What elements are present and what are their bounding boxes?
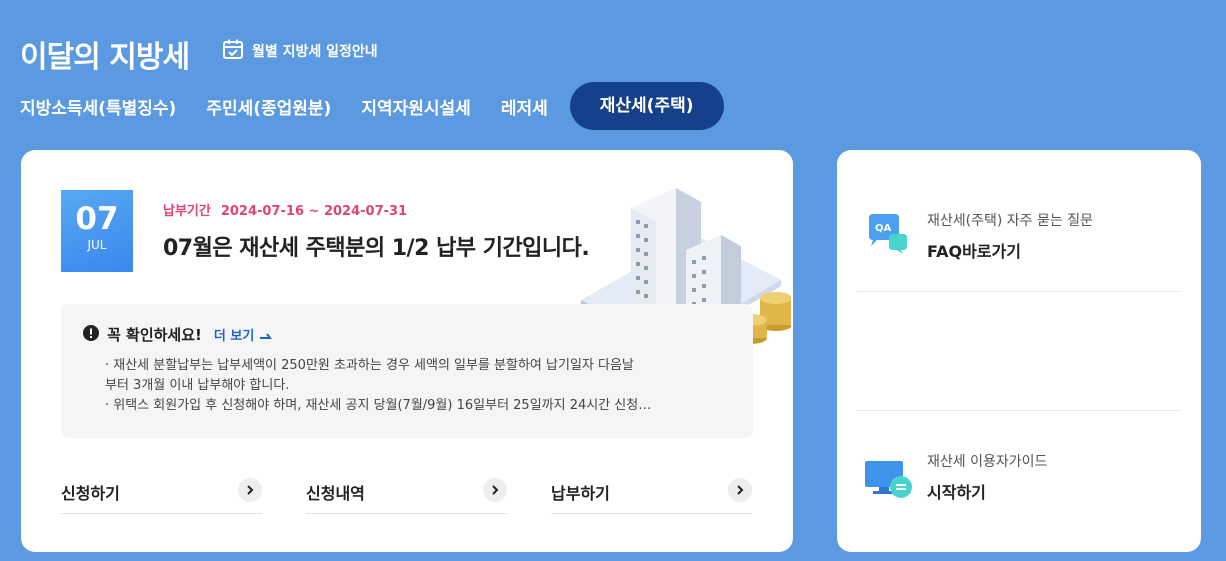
headline: 07월은 재산세 주택분의 1/2 납부 기간입니다.: [163, 236, 590, 261]
chevron-right-icon: [728, 478, 752, 502]
schedule-link[interactable]: 월별 지방세 일정안내: [222, 38, 378, 64]
notice-line: 부터 3개월 이내 납부해야 합니다.: [105, 378, 290, 393]
notice-line: · 재산세 분할납부는 납부세액이 250만원 초과하는 경우 세액의 일부를 …: [105, 358, 634, 373]
more-link[interactable]: 더 보기: [214, 325, 273, 344]
tax-tabs: 지방소득세(특별징수) 주민세(종업원분) 지역자원시설세 레저세 재산세(주택…: [20, 82, 754, 130]
main-card: 07 JUL 납부기간 2024-07-16 ~ 2024-07-31 07월은 …: [21, 150, 793, 552]
pay-button[interactable]: 납부하기: [551, 472, 752, 514]
exclamation-icon: [83, 324, 99, 345]
page-title: 이달의 지방세: [20, 40, 190, 75]
faq-link[interactable]: QA 재산세(주택) 자주 묻는 질문 FAQ바로가기: [857, 192, 1181, 292]
side-card: QA 재산세(주택) 자주 묻는 질문 FAQ바로가기 재산세 이용자가이드 시…: [837, 150, 1201, 552]
period-dates: 2024-07-16 ~ 2024-07-31: [220, 204, 408, 219]
notice-header: 꼭 확인하세요! 더 보기: [83, 324, 273, 345]
chevron-right-icon: [483, 478, 507, 502]
application-history-label: 신청내역: [306, 484, 365, 503]
schedule-label: 월별 지방세 일정안내: [252, 44, 378, 60]
date-badge: 07 JUL: [61, 190, 133, 272]
tab-leisure-tax[interactable]: 레저세: [501, 94, 548, 119]
qa-icon-text: QA: [875, 223, 892, 234]
tab-regional-resource-tax[interactable]: 지역자원시설세: [361, 94, 470, 119]
pay-label: 납부하기: [551, 484, 610, 503]
notice-body: · 재산세 분할납부는 납부세액이 250만원 초과하는 경우 세액의 일부를 …: [105, 356, 705, 416]
date-day: 07: [75, 201, 119, 237]
date-month: JUL: [87, 238, 107, 252]
faq-title: FAQ바로가기: [927, 242, 1021, 261]
payment-period: 납부기간 2024-07-16 ~ 2024-07-31: [163, 200, 407, 219]
faq-subtitle: 재산세(주택) 자주 묻는 질문: [927, 213, 1093, 229]
period-label: 납부기간: [163, 204, 211, 219]
tab-resident-tax[interactable]: 주민세(종업원분): [206, 94, 331, 119]
guide-subtitle: 재산세 이용자가이드: [927, 454, 1048, 470]
arrow-up-right-icon: [259, 329, 273, 344]
notice-line: · 위택스 회원가입 후 신청해야 하며, 재산세 공지 당월(7월/9월) 1…: [105, 398, 652, 413]
guide-title: 시작하기: [927, 483, 986, 502]
qa-chat-icon: QA: [865, 212, 909, 260]
apply-label: 신청하기: [61, 484, 120, 503]
action-links: 신청하기 신청내역 납부하기: [61, 472, 752, 514]
more-label: 더 보기: [213, 329, 255, 344]
tab-property-tax-housing[interactable]: 재산세(주택): [569, 82, 724, 130]
tab-local-income-tax[interactable]: 지방소득세(특별징수): [20, 94, 176, 119]
application-history-button[interactable]: 신청내역: [306, 472, 507, 514]
user-guide-link[interactable]: 재산세 이용자가이드 시작하기: [857, 410, 1181, 510]
calendar-icon: [222, 38, 244, 64]
apply-button[interactable]: 신청하기: [61, 472, 262, 514]
notice-title: 꼭 확인하세요!: [107, 326, 202, 344]
monitor-guide-icon: [865, 455, 913, 503]
chevron-right-icon: [238, 478, 262, 502]
notice-box: 꼭 확인하세요! 더 보기 · 재산세 분할납부는 납부세액이 250만원 초과…: [61, 304, 753, 438]
